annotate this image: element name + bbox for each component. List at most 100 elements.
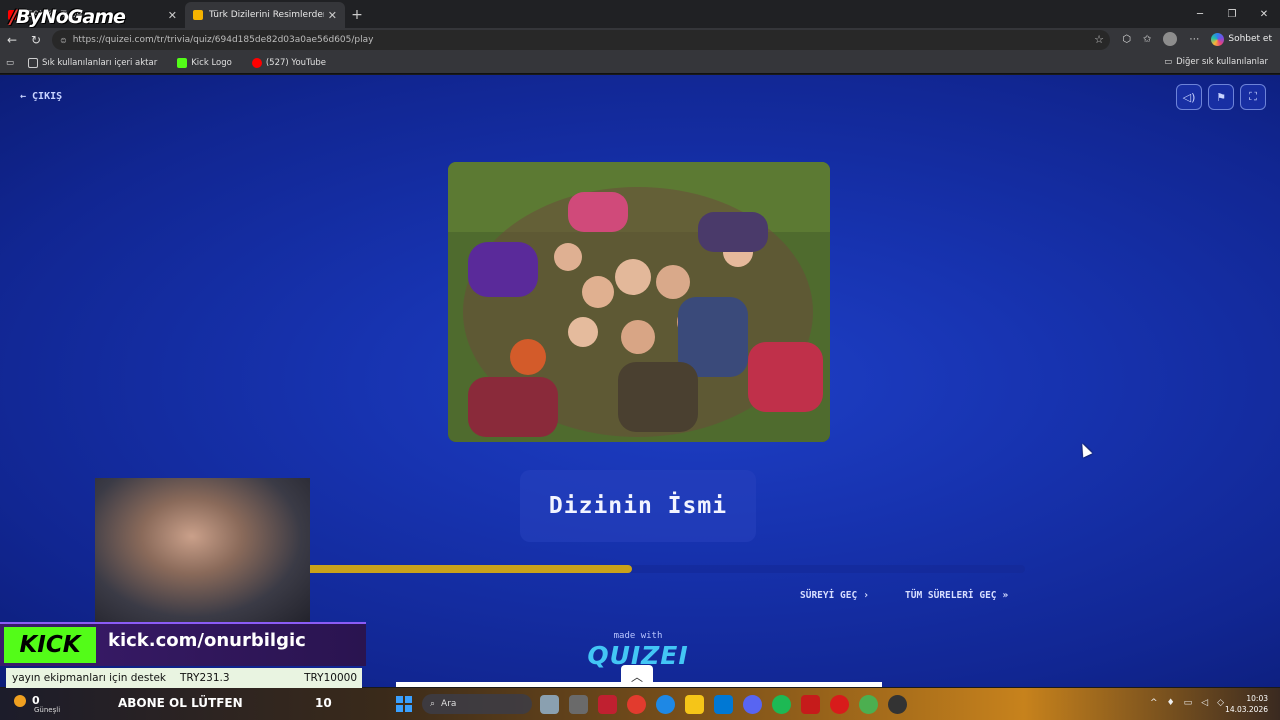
bookmark-import[interactable]: Sık kullanılanları içeri aktar — [28, 57, 157, 68]
taskbar-apps — [540, 695, 907, 714]
bookmark-youtube[interactable]: (527) YouTube — [251, 57, 326, 68]
taskbar-search[interactable]: ⌕ Ara — [422, 694, 532, 714]
spotify-icon[interactable] — [772, 695, 791, 714]
site-info-icon[interactable]: ⊜ — [60, 36, 67, 45]
copilot-label: Sohbet et — [1228, 34, 1272, 44]
browser-tab-bar: (59) YouTube ✕ Türk Dizilerini Resimlerd… — [0, 0, 1280, 28]
other-bookmarks[interactable]: ▭ Diğer sık kullanılanlar — [1164, 57, 1268, 67]
fullscreen-button[interactable]: ⛶ — [1240, 84, 1266, 110]
app-icon[interactable] — [598, 695, 617, 714]
bookmark-label: (527) YouTube — [265, 57, 326, 68]
exit-button[interactable]: ← ÇIKIŞ — [20, 91, 62, 102]
app-icon[interactable] — [801, 695, 820, 714]
channel-logo-text: ByNoGame — [15, 6, 126, 28]
exit-label: ÇIKIŞ — [32, 91, 63, 102]
chevron-up-icon[interactable]: ^ — [1150, 698, 1158, 708]
taskbar-clock[interactable]: 10:03 14.03.2026 — [1225, 693, 1268, 715]
chevron-right-icon: › — [863, 590, 869, 601]
search-placeholder: Ara — [441, 699, 457, 709]
donation-amount: TRY231.3 — [180, 672, 230, 684]
kick-icon — [177, 57, 188, 68]
clock-date: 14.03.2026 — [1225, 705, 1268, 714]
start-button[interactable] — [396, 696, 412, 712]
minimize-icon[interactable]: ─ — [1184, 0, 1216, 28]
obs-icon[interactable] — [888, 695, 907, 714]
time-progress-fill — [255, 565, 633, 573]
chevron-up-icon: ︿ — [630, 669, 643, 684]
bookmarks-bar: ▭ Sık kullanılanları içeri aktar Kick Lo… — [0, 52, 1280, 74]
volume-icon[interactable]: ◁ — [1201, 698, 1208, 708]
sidebar-toggle-icon[interactable]: ▭ — [6, 58, 14, 68]
drawer-toggle-button[interactable]: ︿ — [621, 665, 653, 687]
discord-icon[interactable] — [743, 695, 762, 714]
kick-url: kick.com/onurbilgic — [108, 630, 306, 651]
profile-avatar[interactable] — [1163, 32, 1178, 46]
extensions-icon[interactable]: ⬡ — [1122, 34, 1131, 45]
tab-quiz[interactable]: Türk Dizilerini Resimlerden Tahmin ✕ — [185, 2, 345, 28]
quiz-image — [448, 162, 830, 442]
answer-title: Dizinin İsmi — [520, 470, 756, 542]
network-icon[interactable]: ▭ — [1184, 698, 1193, 708]
quiz-photo-drawing — [448, 162, 830, 442]
quizei-favicon-icon — [193, 10, 203, 20]
channel-logo: /ByNoGame — [10, 6, 126, 28]
restore-icon[interactable]: ❐ — [1216, 0, 1248, 28]
bookmark-kick[interactable]: Kick Logo — [177, 57, 232, 68]
skip-all-label: TÜM SÜRELERİ GEÇ — [905, 590, 997, 601]
url-text: https://quizei.com/tr/trivia/quiz/694d18… — [72, 35, 374, 45]
time-progress-bar — [255, 565, 1025, 573]
close-tab-icon[interactable]: ✕ — [328, 9, 337, 22]
mouse-cursor-icon — [1077, 441, 1093, 458]
weather-desc: Güneşli — [34, 706, 61, 714]
kick-logo: KICK — [4, 627, 96, 663]
window-controls: ─ ❐ ✕ — [1184, 0, 1280, 28]
favorites-icon[interactable]: ✩ — [1143, 34, 1151, 45]
chrome-icon[interactable] — [859, 695, 878, 714]
skip-all-times-button[interactable]: TÜM SÜRELERİ GEÇ » — [905, 590, 1008, 601]
store-icon[interactable] — [714, 695, 733, 714]
screen: (59) YouTube ✕ Türk Dizilerini Resimlerd… — [0, 0, 1280, 720]
donation-goal: TRY10000 — [304, 672, 357, 684]
browser-toolbar: ⬡ ✩ ⋯ Sohbet et — [1122, 32, 1272, 46]
reload-icon[interactable]: ↻ — [24, 33, 48, 47]
system-tray: ^ ♦ ▭ ◁ ◇ — [1150, 698, 1224, 708]
donation-text: yayın ekipmanları için destek — [12, 672, 166, 684]
folder-icon: ▭ — [1164, 57, 1173, 67]
copilot-button[interactable]: Sohbet et — [1211, 32, 1272, 46]
opera-icon[interactable] — [830, 695, 849, 714]
task-view-icon[interactable] — [569, 695, 588, 714]
bookmark-label: Kick Logo — [191, 57, 232, 68]
kick-banner: KICK kick.com/onurbilgic — [0, 622, 366, 666]
back-icon[interactable]: ← — [0, 33, 24, 47]
counter: 10 — [315, 696, 332, 710]
quiz-tools: ◁) ⚑ ⛶ — [1176, 84, 1266, 110]
search-icon: ⌕ — [430, 699, 436, 709]
sound-button[interactable]: ◁) — [1176, 84, 1202, 110]
more-menu-icon[interactable]: ⋯ — [1189, 34, 1199, 45]
new-tab-button[interactable]: + — [345, 2, 369, 28]
close-window-icon[interactable]: ✕ — [1248, 0, 1280, 28]
weather-widget[interactable]: 0 Güneşli — [14, 694, 60, 714]
skip-time-label: SÜREYİ GEÇ — [800, 590, 858, 601]
url-field[interactable]: ⊜ https://quizei.com/tr/trivia/quiz/694d… — [52, 30, 1110, 50]
widgets-icon[interactable] — [540, 695, 559, 714]
address-bar-row: ← ↻ ⊜ https://quizei.com/tr/trivia/quiz/… — [0, 28, 1280, 52]
flag-icon: ⚑ — [1216, 90, 1226, 104]
file-explorer-icon[interactable] — [685, 695, 704, 714]
microphone-icon[interactable]: ♦ — [1167, 698, 1175, 708]
subscribe-banner: ABONE OL LÜTFEN — [118, 696, 243, 710]
yandex-icon[interactable] — [627, 695, 646, 714]
close-tab-icon[interactable]: ✕ — [168, 9, 177, 22]
arrow-left-icon: ← — [20, 91, 27, 102]
donation-bar: yayın ekipmanları için destek TRY231.3 T… — [6, 668, 362, 688]
report-button[interactable]: ⚑ — [1208, 84, 1234, 110]
favorite-star-icon[interactable]: ☆ — [1094, 33, 1104, 46]
other-bookmarks-label: Diğer sık kullanılanlar — [1176, 57, 1268, 67]
notification-icon[interactable]: ◇ — [1217, 698, 1224, 708]
speaker-icon: ◁) — [1182, 90, 1196, 104]
copilot-icon — [1211, 32, 1225, 46]
youtube-icon — [251, 57, 262, 68]
import-icon — [28, 57, 39, 68]
skip-time-button[interactable]: SÜREYİ GEÇ › — [800, 590, 869, 601]
edge-icon[interactable] — [656, 695, 675, 714]
